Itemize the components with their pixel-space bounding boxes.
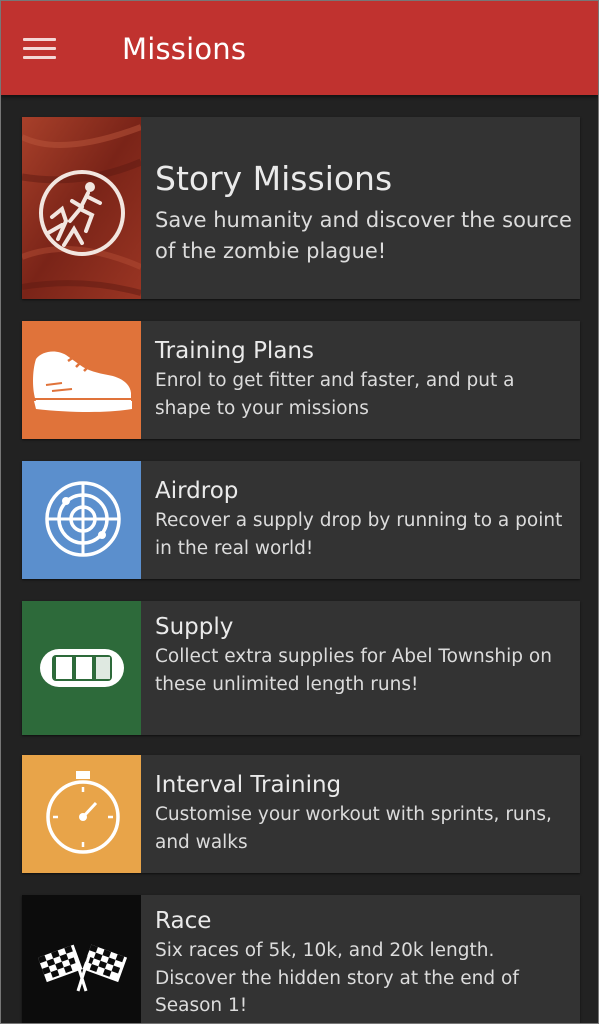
- mission-description: Six races of 5k, 10k, and 20k length. Di…: [155, 940, 519, 1016]
- app-bar: Missions: [1, 1, 598, 95]
- story-missions-tile: [22, 117, 141, 299]
- mission-title: Race: [155, 908, 212, 934]
- mission-title: Airdrop: [155, 478, 239, 504]
- radar-icon: [45, 481, 121, 557]
- mission-description: Collect extra supplies for Abel Township…: [155, 646, 552, 695]
- stopwatch-icon: [46, 771, 120, 854]
- mission-title: Interval Training: [155, 772, 342, 798]
- mission-description: Recover a supply drop by running to a po…: [155, 510, 563, 559]
- checkered-flags-icon: [37, 944, 128, 992]
- mission-card-story[interactable]: Story Missions Save humanity and discove…: [22, 117, 580, 299]
- mission-description: Enrol to get fitter and faster, and put …: [155, 370, 515, 419]
- training-plans-tile: [22, 321, 141, 439]
- airdrop-tile: [22, 461, 141, 579]
- hamburger-menu-icon[interactable]: [23, 38, 57, 60]
- page-title: Missions: [122, 32, 247, 66]
- mission-card-airdrop[interactable]: Airdrop Recover a supply drop by running…: [22, 461, 580, 579]
- mission-card-training-plans[interactable]: Training Plans Enrol to get fitter and f…: [22, 321, 580, 439]
- mission-card-supply[interactable]: Supply Collect extra supplies for Abel T…: [22, 601, 580, 735]
- app-screen: Missions Story Missions Save humanity an…: [0, 0, 599, 1024]
- mission-title: Supply: [155, 614, 234, 640]
- mission-description: Save humanity and discover the source of…: [155, 208, 572, 263]
- interval-training-tile: [22, 755, 141, 873]
- race-tile: [22, 895, 141, 1023]
- mission-title: Story Missions: [155, 159, 393, 198]
- mission-card-interval-training[interactable]: Interval Training Customise your workout…: [22, 755, 580, 873]
- running-track-icon: [40, 649, 124, 687]
- mission-title: Training Plans: [155, 338, 314, 364]
- running-shoe-icon: [33, 351, 132, 412]
- supply-tile: [22, 601, 141, 735]
- mission-card-race[interactable]: Race Six races of 5k, 10k, and 20k lengt…: [22, 895, 580, 1023]
- mission-description: Customise your workout with sprints, run…: [155, 804, 552, 853]
- running-from-zombies-icon: [22, 117, 141, 299]
